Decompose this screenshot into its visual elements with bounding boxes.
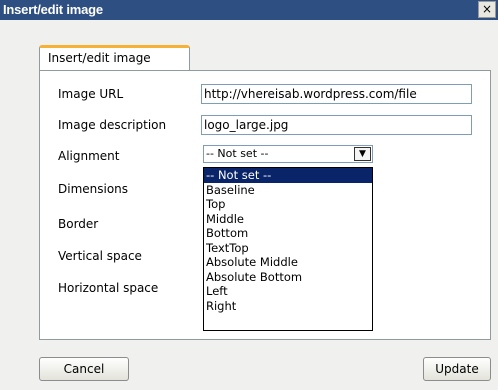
chevron-down-icon[interactable]: ▼	[354, 147, 371, 161]
alignment-option[interactable]: Left	[204, 284, 372, 299]
alignment-option[interactable]: -- Not set --	[204, 168, 372, 183]
alignment-option[interactable]: Right	[204, 299, 372, 314]
alignment-option[interactable]: Absolute Bottom	[204, 270, 372, 285]
close-icon[interactable]: ×	[478, 1, 496, 18]
alignment-select[interactable]: -- Not set -- ▼	[203, 145, 373, 163]
alignment-option[interactable]: Top	[204, 197, 372, 212]
alignment-option[interactable]: Absolute Middle	[204, 255, 372, 270]
alignment-selected-value: -- Not set --	[206, 147, 269, 160]
alignment-option[interactable]: Middle	[204, 212, 372, 227]
update-button[interactable]: Update	[423, 357, 491, 381]
insert-edit-image-dialog: Insert/edit image × Insert/edit image Im…	[0, 0, 498, 390]
image-url-label: Image URL	[58, 87, 124, 101]
alignment-option[interactable]: Bottom	[204, 226, 372, 241]
dimensions-label: Dimensions	[58, 182, 129, 196]
cancel-button[interactable]: Cancel	[39, 357, 129, 381]
image-description-input[interactable]: logo_large.jpg	[201, 115, 472, 135]
alignment-dropdown-list: -- Not set -- Baseline Top Middle Bottom…	[203, 167, 373, 331]
dialog-title: Insert/edit image	[3, 2, 103, 17]
alignment-option[interactable]: Baseline	[204, 183, 372, 198]
vertical-space-label: Vertical space	[58, 249, 142, 263]
title-bar[interactable]: Insert/edit image ×	[0, 0, 498, 20]
alignment-option[interactable]: TextTop	[204, 241, 372, 256]
image-url-input[interactable]: http://vhereisab.wordpress.com/file	[201, 84, 472, 104]
tab-insert-edit-image[interactable]: Insert/edit image	[39, 45, 190, 71]
alignment-label: Alignment	[58, 149, 120, 163]
image-description-label: Image description	[58, 118, 167, 132]
border-label: Border	[58, 217, 99, 231]
horizontal-space-label: Horizontal space	[58, 281, 159, 295]
tab-label: Insert/edit image	[48, 51, 151, 65]
